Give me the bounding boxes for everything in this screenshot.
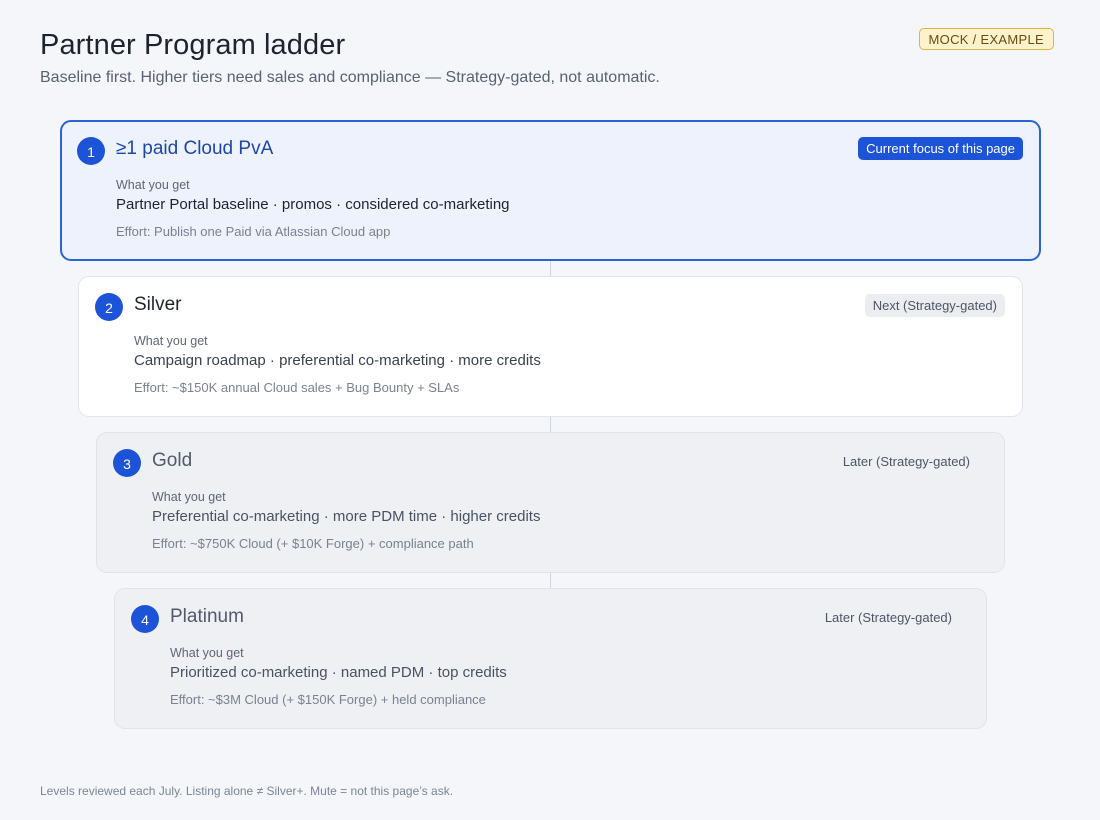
tier-card-silver: 2 Silver Next (Strategy-gated) What you …: [78, 276, 1023, 417]
step-number-badge: 3: [113, 449, 141, 477]
tier-effort: Effort: ~$3M Cloud (+ $150K Forge) + hel…: [170, 692, 486, 707]
tier-card-gold: 3 Gold Later (Strategy-gated) What you g…: [96, 432, 1005, 573]
tier-name: ≥1 paid Cloud PvA: [116, 138, 274, 159]
connector-3-4: [550, 572, 551, 588]
status-badge: Next (Strategy-gated): [864, 294, 1005, 317]
tier-effort: Effort: ~$150K annual Cloud sales + Bug …: [134, 380, 460, 395]
connector-2-3: [550, 416, 551, 432]
status-badge: Current focus of this page: [858, 137, 1023, 160]
tier-card-baseline: 1 ≥1 paid Cloud PvA Current focus of thi…: [60, 120, 1041, 261]
tier-benefits: Campaign roadmap · preferential co-marke…: [134, 352, 541, 369]
footnote: Levels reviewed each July. Listing alone…: [40, 784, 454, 798]
status-badge: Later (Strategy-gated): [824, 610, 952, 625]
tier-name: Platinum: [170, 606, 244, 627]
what-you-get-label: What you get: [116, 178, 190, 192]
step-number-badge: 4: [131, 605, 159, 633]
step-number-badge: 1: [77, 137, 105, 165]
page-subtitle: Baseline first. Higher tiers need sales …: [40, 69, 660, 86]
tier-benefits: Prioritized co-marketing · named PDM · t…: [170, 664, 507, 681]
what-you-get-label: What you get: [170, 646, 244, 660]
tier-benefits: Preferential co-marketing · more PDM tim…: [152, 508, 541, 525]
what-you-get-label: What you get: [134, 334, 208, 348]
tier-name: Silver: [134, 294, 182, 315]
what-you-get-label: What you get: [152, 490, 226, 504]
mock-example-badge: MOCK / EXAMPLE: [918, 28, 1054, 50]
tier-name: Gold: [152, 450, 193, 471]
connector-1-2: [550, 260, 551, 276]
page-title: Partner Program ladder: [40, 29, 346, 61]
tier-card-platinum: 4 Platinum Later (Strategy-gated) What y…: [114, 588, 987, 729]
status-badge: Later (Strategy-gated): [842, 454, 970, 469]
tier-effort: Effort: ~$750K Cloud (+ $10K Forge) + co…: [152, 536, 474, 551]
tier-effort: Effort: Publish one Paid via Atlassian C…: [116, 224, 391, 239]
step-number-badge: 2: [95, 293, 123, 321]
tier-benefits: Partner Portal baseline · promos · consi…: [116, 196, 510, 213]
